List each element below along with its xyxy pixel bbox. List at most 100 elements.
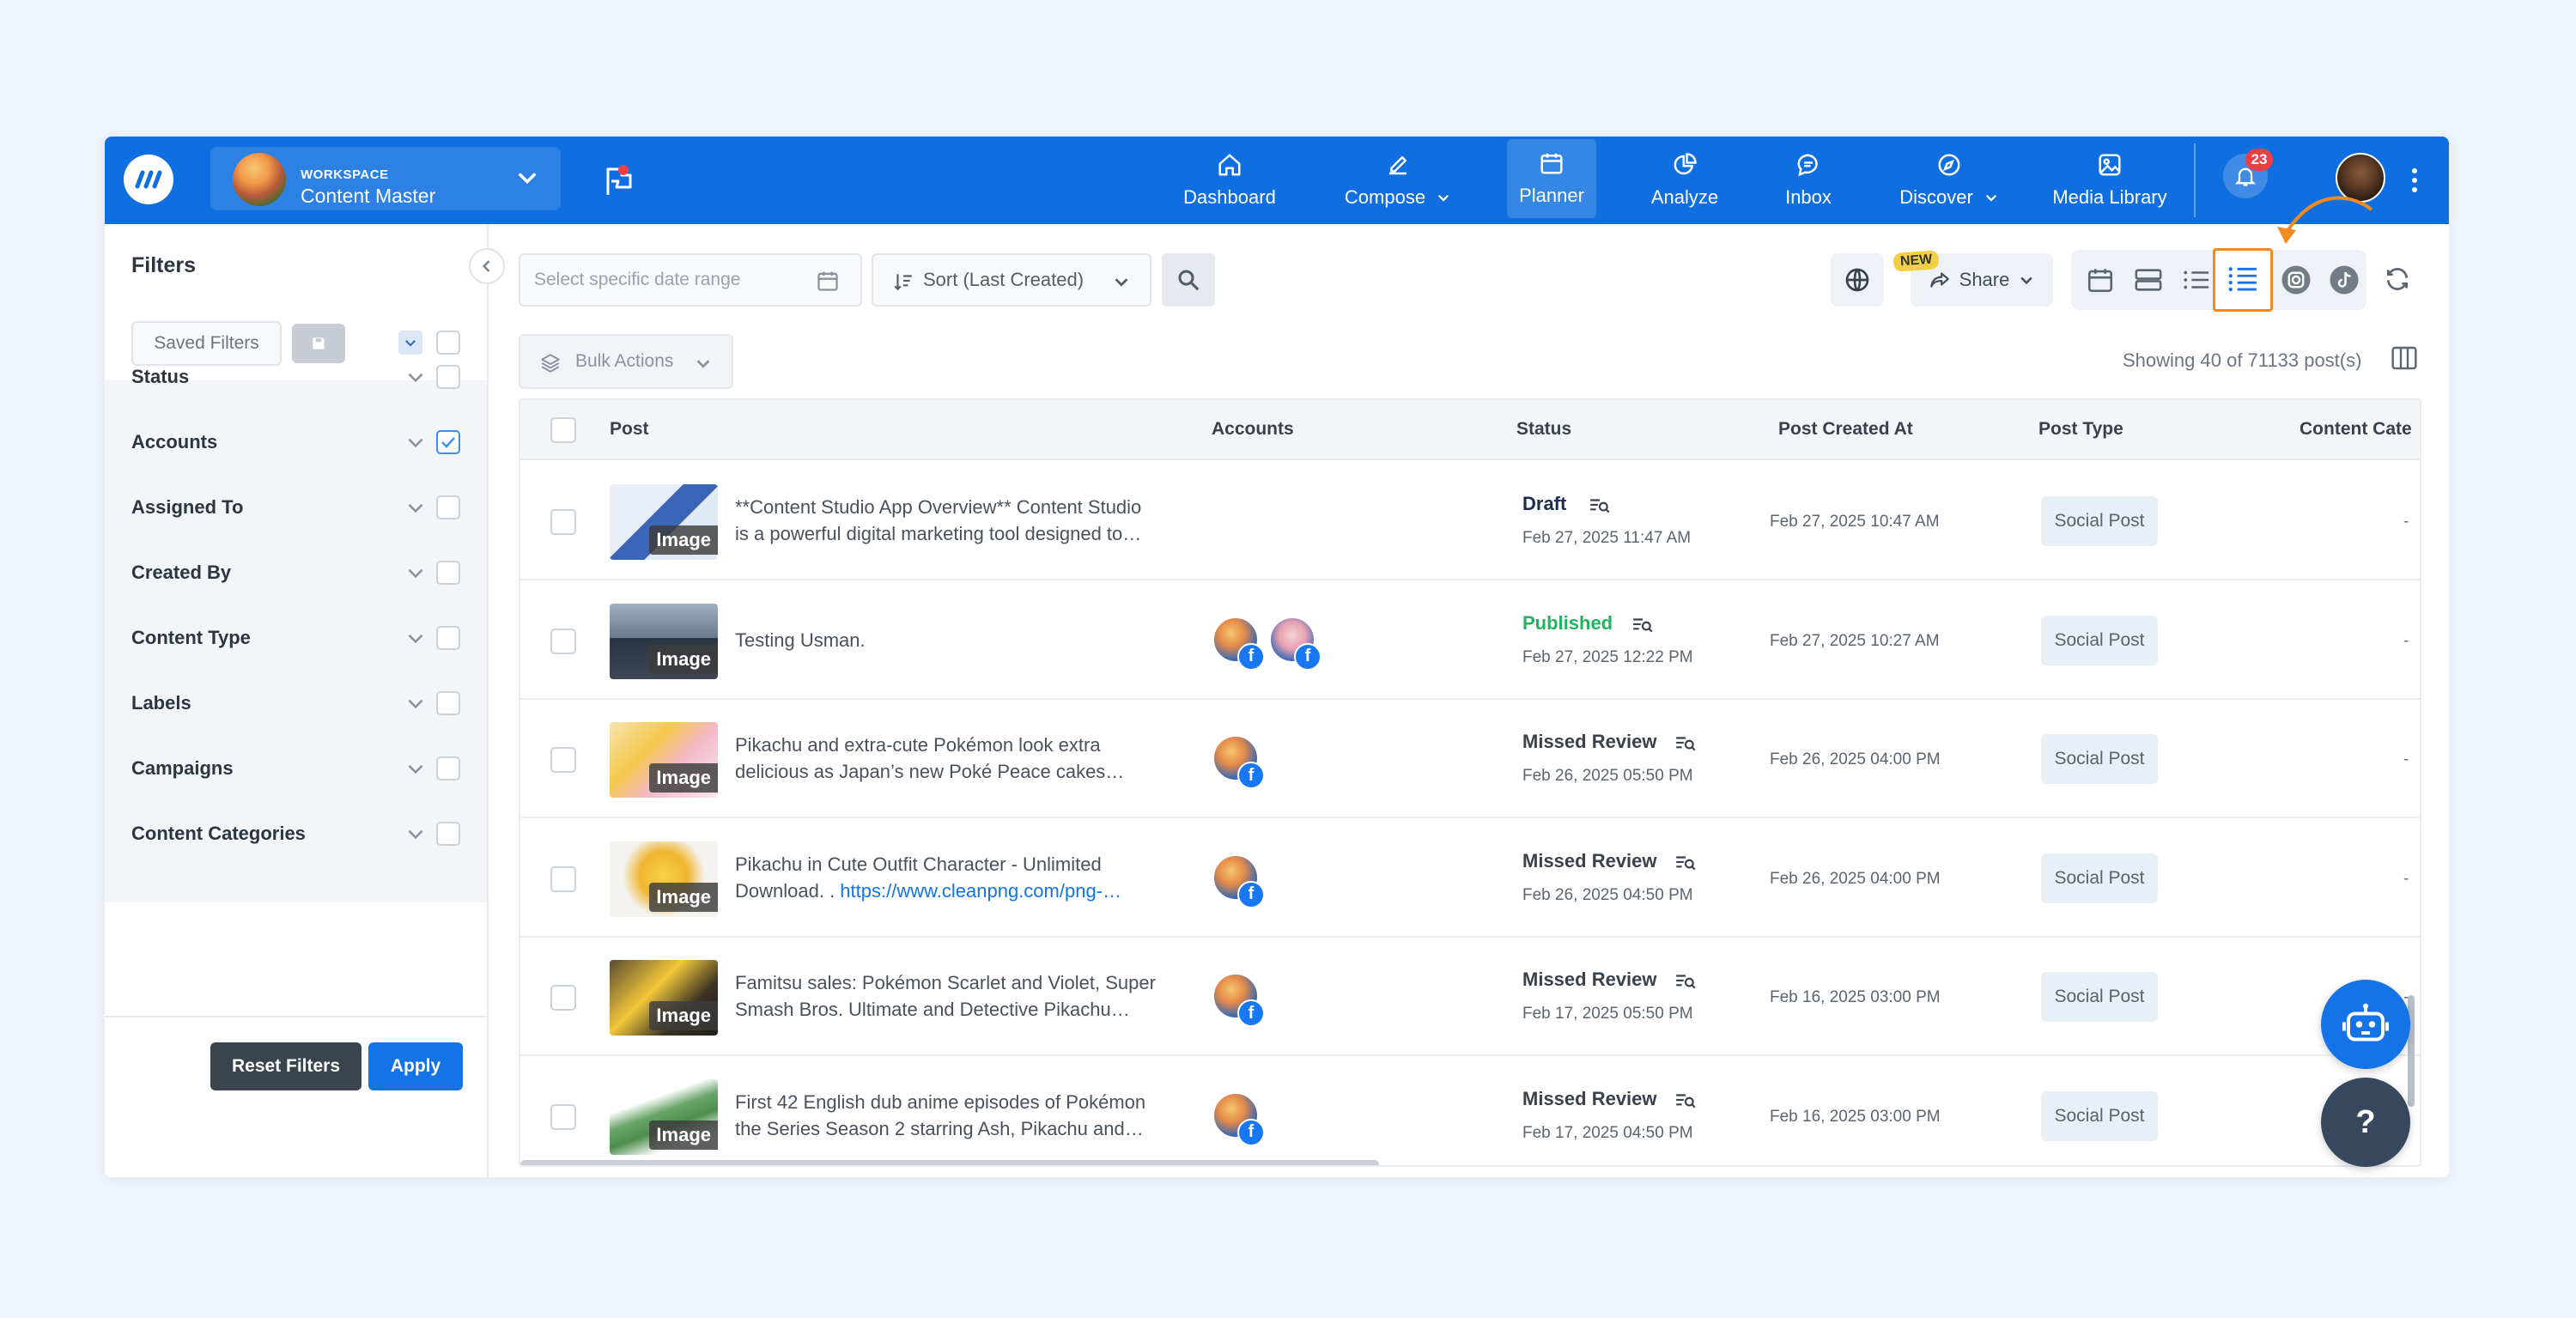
nav-planner[interactable]: Planner xyxy=(1507,139,1596,218)
chevron-down-icon[interactable] xyxy=(404,627,427,649)
post-link[interactable]: https://www.cleanpng.com/png-… xyxy=(840,880,1121,902)
chevron-down-icon[interactable] xyxy=(404,562,427,584)
chevron-down-icon[interactable] xyxy=(404,366,427,388)
table-row[interactable]: Image **Content Studio App Overview** Con… xyxy=(520,462,2420,580)
row-checkbox[interactable] xyxy=(550,1103,576,1130)
filter-assigned-to[interactable]: Assigned To xyxy=(131,492,475,523)
column-header-post[interactable]: Post xyxy=(610,419,649,440)
post-thumbnail[interactable]: Image xyxy=(610,1078,718,1155)
post-text[interactable]: Pikachu and extra-cute Pokémon look extr… xyxy=(735,732,1173,785)
calendar-view-button[interactable] xyxy=(2080,259,2121,301)
status-history-icon[interactable] xyxy=(1674,972,1697,991)
chevron-down-icon[interactable] xyxy=(404,692,427,714)
filter-checkbox[interactable] xyxy=(436,626,460,650)
bulk-actions-dropdown[interactable]: Bulk Actions xyxy=(519,334,733,389)
filter-checkbox[interactable] xyxy=(436,756,460,780)
filter-checkbox[interactable] xyxy=(436,691,460,715)
expand-all-button[interactable] xyxy=(398,331,422,355)
chevron-down-icon[interactable] xyxy=(404,496,427,519)
chevron-down-icon[interactable] xyxy=(404,757,427,780)
nav-discover[interactable]: Discover xyxy=(1891,137,2008,224)
filter-content-type[interactable]: Content Type xyxy=(131,623,475,653)
save-filter-button[interactable] xyxy=(292,324,345,363)
tiktok-grid-button[interactable] xyxy=(2324,259,2365,301)
table-row[interactable]: Image Pikachu and extra-cute Pokémon look… xyxy=(520,700,2420,818)
horizontal-scrollbar[interactable] xyxy=(520,1160,1379,1165)
row-checkbox[interactable] xyxy=(550,985,576,1011)
column-header-accounts[interactable]: Accounts xyxy=(1212,419,1294,440)
table-row[interactable]: Image First 42 English dub anime episodes… xyxy=(520,1056,2420,1165)
help-button[interactable]: ? xyxy=(2321,1078,2410,1167)
post-text[interactable]: **Content Studio App Overview** Content … xyxy=(735,494,1173,547)
nav-inbox[interactable]: Inbox xyxy=(1774,137,1843,224)
filter-checkbox[interactable] xyxy=(436,495,460,519)
instagram-grid-button[interactable] xyxy=(2275,259,2317,301)
filter-campaigns[interactable]: Campaigns xyxy=(131,753,475,784)
image-tag: Image xyxy=(649,882,718,912)
row-checkbox[interactable] xyxy=(550,628,576,654)
status-history-icon[interactable] xyxy=(1589,496,1611,515)
post-thumbnail[interactable]: Image xyxy=(610,841,718,917)
more-options-icon[interactable] xyxy=(2410,166,2419,195)
table-row[interactable]: Image Pikachu in Cute Outfit Character - … xyxy=(520,818,2420,938)
post-thumbnail[interactable]: Image xyxy=(610,484,718,560)
calendar-icon xyxy=(817,271,838,291)
post-text[interactable]: First 42 English dub anime episodes of P… xyxy=(735,1089,1173,1142)
reset-filters-button[interactable]: Reset Filters xyxy=(210,1042,361,1090)
column-header-post-type[interactable]: Post Type xyxy=(2038,419,2123,440)
timezone-button[interactable] xyxy=(1831,253,1884,307)
filter-checkbox[interactable] xyxy=(436,430,460,454)
ai-assistant-button[interactable] xyxy=(2321,980,2410,1069)
status-history-icon[interactable] xyxy=(1674,853,1697,872)
nav-compose[interactable]: Compose xyxy=(1340,137,1456,224)
chevron-down-icon[interactable] xyxy=(404,823,427,845)
sort-dropdown[interactable]: Sort (Last Created) xyxy=(872,253,1151,307)
filter-checkbox[interactable] xyxy=(436,561,460,585)
apply-button[interactable]: Apply xyxy=(368,1042,463,1090)
column-header-created-at[interactable]: Post Created At xyxy=(1778,419,1913,440)
search-button[interactable] xyxy=(1162,253,1215,307)
post-text[interactable]: Pikachu in Cute Outfit Character - Unlim… xyxy=(735,851,1173,904)
table-row[interactable]: Image Famitsu sales: Pokémon Scarlet and … xyxy=(520,938,2420,1056)
row-checkbox[interactable] xyxy=(550,747,576,773)
date-range-input[interactable]: Select specific date range xyxy=(519,253,862,307)
app-logo-icon[interactable] xyxy=(124,155,173,204)
table-row[interactable]: Image Testing Usman. f f Published Feb 27, 20… xyxy=(520,580,2420,700)
filter-status[interactable]: Status xyxy=(131,361,475,392)
compact-list-view-button[interactable] xyxy=(2176,259,2217,301)
status-history-icon[interactable] xyxy=(1674,734,1697,753)
row-checkbox[interactable] xyxy=(550,866,576,892)
post-thumbnail[interactable]: Image xyxy=(610,722,718,798)
saved-filters-dropdown[interactable]: Saved Filters xyxy=(131,321,282,366)
filters-title: Filters xyxy=(131,253,197,277)
select-all-filters-checkbox[interactable] xyxy=(436,331,460,355)
chevron-down-icon[interactable] xyxy=(404,431,427,453)
created-at: Feb 26, 2025 04:00 PM xyxy=(1770,869,1941,888)
refresh-button[interactable] xyxy=(2380,262,2415,296)
columns-icon[interactable] xyxy=(2391,344,2418,372)
post-text[interactable]: Testing Usman. xyxy=(735,627,1173,653)
status-history-icon[interactable] xyxy=(1631,616,1654,635)
column-header-status[interactable]: Status xyxy=(1516,419,1571,440)
filter-accounts[interactable]: Accounts xyxy=(131,427,475,458)
post-thumbnail[interactable]: Image xyxy=(610,960,718,1036)
filter-labels[interactable]: Labels xyxy=(131,688,475,719)
flag-icon[interactable] xyxy=(601,164,635,198)
row-checkbox[interactable] xyxy=(550,509,576,535)
column-header-content-category[interactable]: Content Cate xyxy=(2300,419,2412,440)
post-text[interactable]: Famitsu sales: Pokémon Scarlet and Viole… xyxy=(735,969,1173,1023)
nav-analyze[interactable]: Analyze xyxy=(1642,137,1728,224)
filter-content-categories[interactable]: Content Categories xyxy=(131,818,475,849)
nav-dashboard[interactable]: Dashboard xyxy=(1182,137,1277,224)
filter-checkbox[interactable] xyxy=(436,822,460,846)
nav-media-library[interactable]: Media Library xyxy=(2045,137,2174,224)
filter-created-by[interactable]: Created By xyxy=(131,557,475,588)
feed-view-button[interactable] xyxy=(2128,259,2169,301)
filter-checkbox[interactable] xyxy=(436,365,460,389)
status-history-icon[interactable] xyxy=(1674,1091,1697,1110)
select-all-posts-checkbox[interactable] xyxy=(550,417,576,443)
collapse-sidebar-button[interactable] xyxy=(469,248,505,284)
post-thumbnail[interactable]: Image xyxy=(610,603,718,679)
list-view-button[interactable] xyxy=(2213,248,2273,312)
workspace-switcher[interactable]: WORKSPACE Content Master xyxy=(210,147,561,210)
